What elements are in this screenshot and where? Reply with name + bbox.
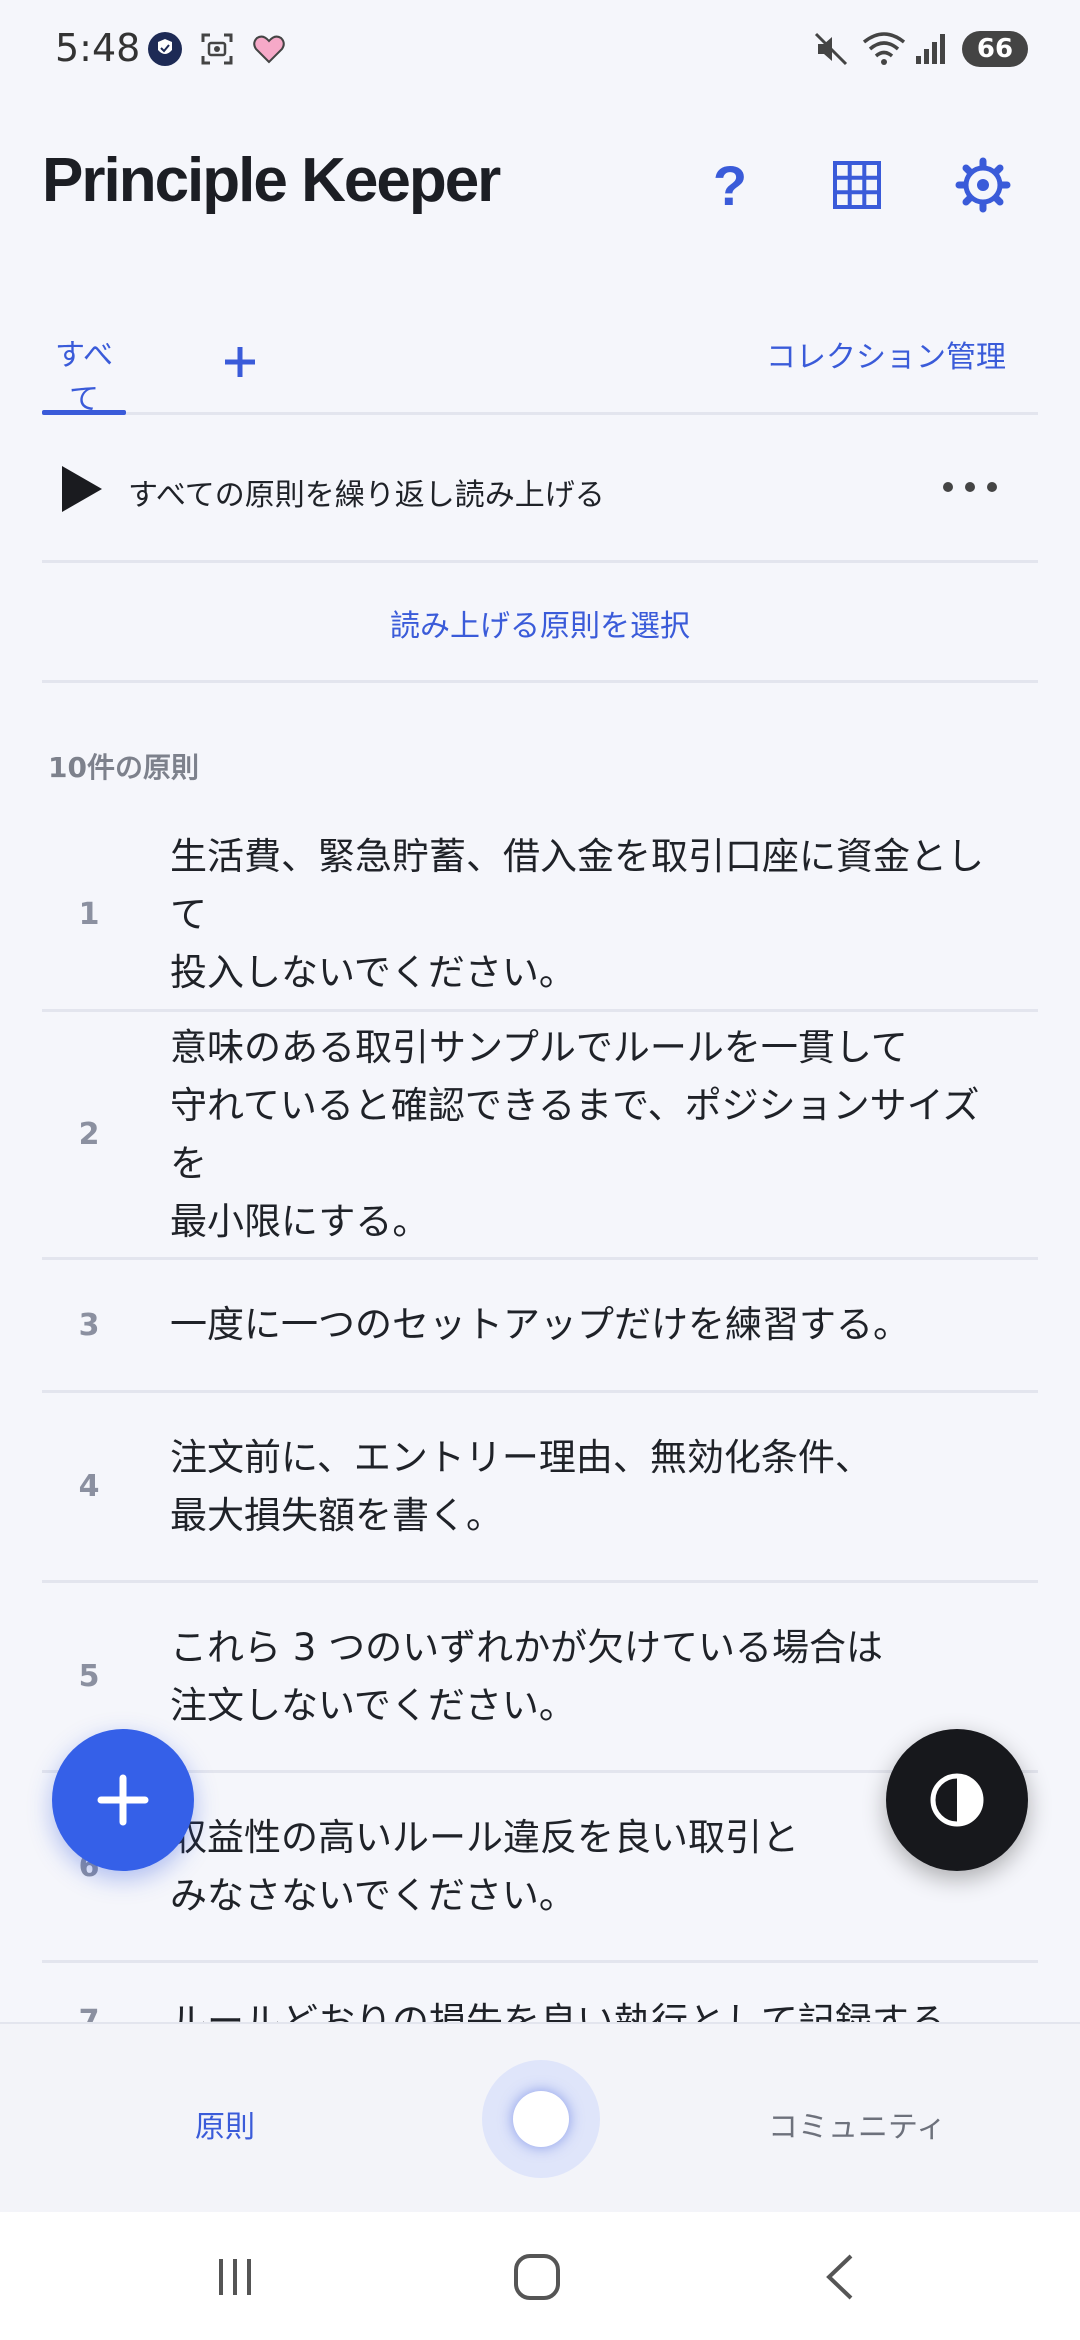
more-options-icon[interactable] — [940, 472, 1000, 502]
gear-icon — [955, 157, 1011, 213]
add-collection-button[interactable] — [210, 332, 270, 392]
select-principles-link[interactable]: 読み上げる原則を選択 — [390, 601, 690, 645]
screenshot-icon — [198, 30, 236, 68]
plus-icon — [97, 1774, 149, 1826]
select-principles-row[interactable]: 読み上げる原則を選択 — [42, 563, 1038, 683]
question-icon: ? — [712, 153, 748, 217]
principle-number: 4 — [78, 1469, 100, 1504]
recent-apps-icon — [219, 2259, 251, 2295]
principle-number: 3 — [78, 1307, 100, 1343]
read-all-row[interactable]: すべての原則を繰り返し読み上げる — [42, 418, 1038, 563]
principle-text: 注文前に、エントリー理由、無効化条件、 最大損失額を書く。 — [170, 1435, 872, 1537]
status-bar: 5:48 66 — [0, 0, 1080, 100]
grid-view-button[interactable] — [822, 150, 892, 220]
home-icon — [514, 2254, 560, 2300]
system-nav-bar — [0, 2212, 1080, 2340]
plus-icon — [225, 347, 255, 377]
collection-tabs: すべて コレクション管理 — [42, 320, 1038, 417]
read-all-label: すべての原則を繰り返し読み上げる — [128, 478, 605, 513]
nav-community-tab[interactable]: コミュニティ — [768, 2102, 946, 2146]
list-item[interactable]: 4 注文前に、エントリー理由、無効化条件、 最大損失額を書く。 — [42, 1393, 1038, 1583]
app-screen: 5:48 66 Principle Keeper ? すべて コレクション管理 … — [0, 0, 1080, 2340]
principle-count: 10件の原則 — [48, 751, 199, 784]
status-time: 5:48 — [55, 26, 141, 70]
principle-number: 2 — [78, 1117, 100, 1152]
bottom-nav: 原則 コミュニティ — [0, 2022, 1080, 2212]
tab-all[interactable]: すべて — [42, 330, 126, 417]
list-item[interactable]: 3 一度に一つのセットアップだけを練習する。 — [42, 1260, 1038, 1393]
principle-text: 意味のある取引サンプルでルールを一貫して 守れていると確認できるまで、ポジション… — [170, 1025, 980, 1243]
list-item[interactable]: 1 生活費、緊急貯蓄、借入金を取引口座に資金として 投入しないでください。 — [42, 820, 1038, 1012]
principle-text: 一度に一つのセットアップだけを練習する。 — [170, 1303, 910, 1346]
app-title: Principle Keeper — [42, 146, 501, 215]
settings-button[interactable] — [948, 150, 1018, 220]
list-item[interactable]: 5 これら 3 つのいずれかが欠けている場合は 注文しないでください。 — [42, 1583, 1038, 1773]
shield-app-icon — [146, 30, 184, 68]
wifi-icon — [862, 30, 906, 68]
contrast-icon — [930, 1773, 984, 1827]
play-icon[interactable] — [60, 464, 104, 514]
recent-apps-button[interactable] — [200, 2242, 270, 2312]
list-item[interactable]: 2 意味のある取引サンプルでルールを一貫して 守れていると確認できるまで、ポジシ… — [42, 1012, 1038, 1260]
principle-text: これら 3 つのいずれかが欠けている場合は 注文しないでください。 — [170, 1625, 884, 1727]
principle-number: 1 — [78, 897, 100, 932]
back-button[interactable] — [806, 2242, 876, 2312]
back-icon — [826, 2254, 853, 2300]
center-orb-icon — [513, 2091, 569, 2147]
battery-icon: 66 — [962, 31, 1028, 67]
nav-center-button[interactable] — [482, 2060, 600, 2178]
signal-icon — [912, 30, 950, 68]
principle-text: 生活費、緊急貯蓄、借入金を取引口座に資金として 投入しないでください。 — [170, 834, 984, 994]
home-button[interactable] — [502, 2242, 572, 2312]
help-button[interactable]: ? — [695, 150, 765, 220]
theme-toggle-button[interactable] — [886, 1729, 1028, 1871]
nav-principles-tab[interactable]: 原則 — [195, 2102, 255, 2146]
add-principle-button[interactable] — [52, 1729, 194, 1871]
heart-icon — [250, 30, 288, 68]
principle-number: 5 — [78, 1659, 100, 1694]
mute-icon — [812, 30, 850, 68]
manage-collections-link[interactable]: コレクション管理 — [766, 332, 1006, 376]
principle-list: 1 生活費、緊急貯蓄、借入金を取引口座に資金として 投入しないでください。 2 … — [42, 820, 1038, 2083]
grid-icon — [833, 161, 881, 209]
